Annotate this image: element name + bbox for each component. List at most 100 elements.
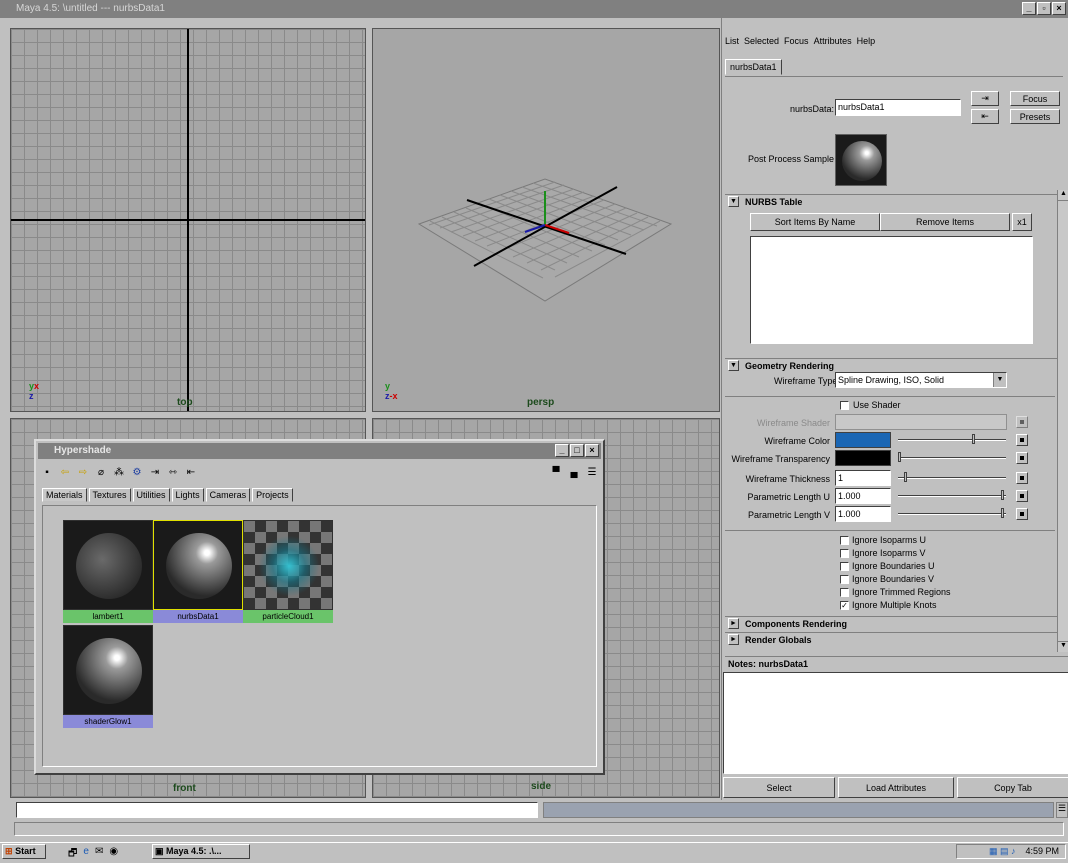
swatch-nurbsdata1[interactable]: nurbsData1 (153, 520, 243, 623)
map-button[interactable] (1016, 508, 1028, 520)
wireframe-transparency-swatch[interactable] (835, 450, 891, 466)
ignore-trimmed-regions-checkbox[interactable] (840, 588, 849, 597)
tray-icons[interactable]: ▦ ▤ ♪ (989, 846, 1016, 856)
tab-textures[interactable]: Textures (88, 488, 131, 502)
map-button[interactable] (1016, 452, 1028, 464)
wireframe-thickness-field[interactable]: 1 (835, 470, 891, 486)
notes-textarea[interactable] (723, 672, 1068, 774)
node-name-field[interactable]: nurbsData1 (835, 99, 961, 116)
hypershade-window[interactable]: Hypershade _ □ × ▪ ⇦ ⇨ ⌀ ⁂ ⚙ ⇥ ⇿ ⇤ ▀ ▄ ☰… (34, 439, 605, 775)
presets-button[interactable]: Presets (1010, 109, 1060, 124)
nurbs-table-list[interactable] (750, 236, 1033, 344)
swatch-particlecloud1[interactable]: particleCloud1 (243, 520, 333, 623)
tab-cameras[interactable]: Cameras (205, 488, 251, 502)
wireframe-shader-label: Wireframe Shader (756, 418, 830, 428)
menu-focus[interactable]: Focus (784, 36, 809, 46)
hs-maximize-button[interactable]: □ (570, 444, 584, 457)
start-label: Start (15, 846, 36, 856)
ignore-multiple-knots-label: Ignore Multiple Knots (852, 600, 937, 610)
ignore-multiple-knots-checkbox[interactable]: ✓ (840, 601, 849, 610)
parametric-length-v-field[interactable]: 1.000 (835, 506, 891, 522)
parametric-length-u-slider[interactable] (898, 490, 1006, 500)
ignore-boundaries-u-checkbox[interactable] (840, 562, 849, 571)
layout-bottom-icon[interactable]: ▄ (567, 466, 581, 480)
menu-list[interactable]: List (725, 36, 739, 46)
ae-scrollbar[interactable]: ▲ ▼ (1057, 190, 1068, 652)
viewport-top[interactable]: yx z top (10, 28, 366, 412)
wireframe-thickness-slider[interactable] (898, 472, 1006, 482)
load-attributes-button[interactable]: Load Attributes (838, 777, 954, 798)
section-geometry-rendering[interactable]: ▼ Geometry Rendering (725, 358, 1058, 372)
x1-button[interactable]: x1 (1012, 213, 1032, 231)
section-nurbs-table[interactable]: ▼ NURBS Table (725, 194, 1058, 208)
select-button[interactable]: Select (723, 777, 835, 798)
network-icon[interactable]: ⚙ (130, 466, 144, 480)
forward-arrow-icon[interactable]: ⇨ (76, 466, 90, 480)
layout-top-icon[interactable]: ▀ (549, 466, 563, 480)
collapse-arrow-icon[interactable]: ▼ (728, 196, 739, 207)
map-button[interactable] (1016, 490, 1028, 502)
tab-materials[interactable]: Materials (42, 488, 87, 502)
output-connections-button[interactable]: ⇤ (971, 109, 999, 124)
ignore-boundaries-v-checkbox[interactable] (840, 575, 849, 584)
viewport-label-persp: persp (527, 397, 555, 408)
close-button[interactable]: × (1052, 2, 1066, 15)
map-button[interactable] (1016, 472, 1028, 484)
remove-items-button[interactable]: Remove Items (880, 213, 1010, 231)
expand-arrow-icon[interactable]: ► (728, 618, 739, 629)
taskbar: ⊞ Start 🗗 e ✉ ◉ ▣ Maya 4.5: .\... ▦ ▤ ♪ … (0, 842, 1068, 860)
tab-lights[interactable]: Lights (171, 488, 204, 502)
parametric-length-u-field[interactable]: 1.000 (835, 488, 891, 504)
command-area: ☰ (0, 800, 1068, 836)
tab-projects[interactable]: Projects (252, 488, 293, 502)
collapse-arrow-icon[interactable]: ▼ (728, 360, 739, 371)
taskbar-maya-button[interactable]: ▣ Maya 4.5: .\... (152, 844, 250, 859)
checker-icon[interactable]: ▪ (40, 466, 54, 480)
section-render-globals[interactable]: ► Render Globals (725, 632, 1058, 646)
back-arrow-icon[interactable]: ⇦ (58, 466, 72, 480)
wireframe-type-select[interactable]: Spline Drawing, ISO, Solid ▼ (835, 372, 1007, 388)
ignore-isoparms-u-checkbox[interactable] (840, 536, 849, 545)
ignore-isoparms-v-checkbox[interactable] (840, 549, 849, 558)
taskbar-maya-label: Maya 4.5: .\... (166, 846, 222, 856)
sort-items-button[interactable]: Sort Items By Name (750, 213, 880, 231)
section-components-rendering[interactable]: ► Components Rendering (725, 616, 1058, 630)
input-connections-button[interactable]: ⇥ (971, 91, 999, 106)
focus-button[interactable]: Focus (1010, 91, 1060, 106)
output-icon[interactable]: ⇤ (184, 466, 198, 480)
hs-close-button[interactable]: × (585, 444, 599, 457)
eraser-icon[interactable]: ⌀ (94, 466, 108, 480)
input-icon[interactable]: ⇥ (148, 466, 162, 480)
tab-utilities[interactable]: Utilities (132, 488, 170, 502)
command-line-input[interactable] (16, 802, 538, 818)
command-feedback (543, 802, 1054, 818)
parametric-length-v-slider[interactable] (898, 508, 1006, 518)
maximize-button[interactable]: ▫ (1037, 2, 1051, 15)
menu-attributes[interactable]: Attributes (814, 36, 852, 46)
hs-minimize-button[interactable]: _ (555, 444, 569, 457)
media-icon[interactable]: ◉ (109, 846, 118, 863)
swatch-shaderglow1[interactable]: shaderGlow1 (63, 625, 153, 728)
desktop-icon[interactable]: 🗗 (68, 846, 77, 863)
graph-icon[interactable]: ⁂ (112, 466, 126, 480)
map-button[interactable] (1016, 434, 1028, 446)
wireframe-color-slider[interactable] (898, 434, 1006, 444)
minimize-button[interactable]: _ (1022, 2, 1036, 15)
outlook-icon[interactable]: ✉ (95, 846, 103, 863)
start-button[interactable]: ⊞ Start (2, 844, 46, 859)
script-editor-icon[interactable]: ☰ (1056, 802, 1068, 818)
layout-split-icon[interactable]: ☰ (585, 466, 599, 480)
menu-selected[interactable]: Selected (744, 36, 779, 46)
io-icon[interactable]: ⇿ (166, 466, 180, 480)
use-shader-checkbox[interactable] (840, 401, 849, 410)
expand-arrow-icon[interactable]: ► (728, 634, 739, 645)
viewport-persp[interactable]: y z-x persp (372, 28, 720, 412)
menu-help[interactable]: Help (857, 36, 876, 46)
swatch-lambert1[interactable]: lambert1 (63, 520, 153, 623)
wireframe-transparency-slider[interactable] (898, 452, 1006, 462)
ie-icon[interactable]: e (83, 846, 89, 863)
dropdown-arrow-icon[interactable]: ▼ (993, 373, 1006, 387)
copy-tab-button[interactable]: Copy Tab (957, 777, 1068, 798)
wireframe-color-swatch[interactable] (835, 432, 891, 448)
ae-tab-nurbsdata1[interactable]: nurbsData1 (725, 59, 782, 75)
